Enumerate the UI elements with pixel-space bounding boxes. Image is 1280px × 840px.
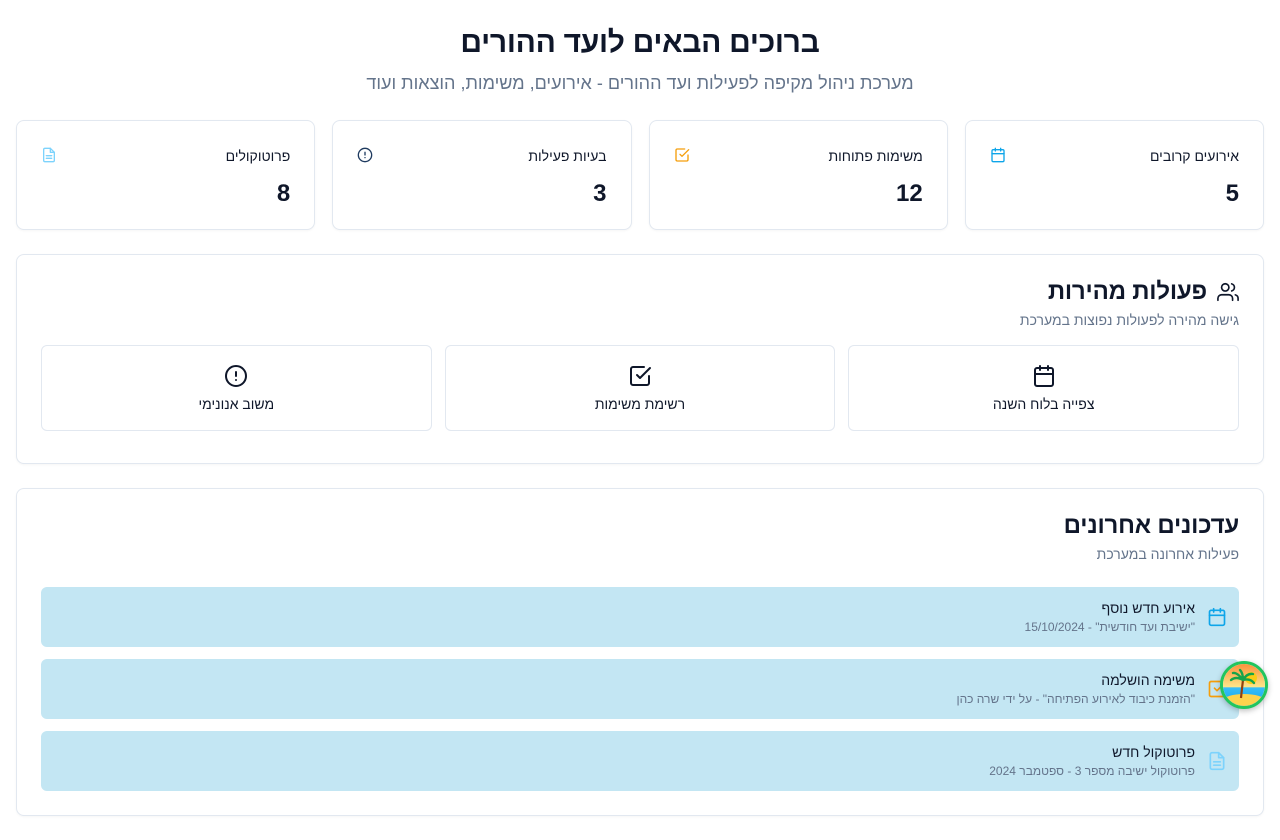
page-title: ברוכים הבאים לועד ההורים bbox=[460, 26, 820, 59]
stat-value: 3 bbox=[593, 180, 607, 207]
file-text-icon bbox=[43, 147, 55, 163]
update-item[interactable]: משימה הושלמה "הזמנת כיבוד לאירוע הפתיחה"… bbox=[41, 659, 1239, 719]
alert-circle-icon bbox=[225, 365, 248, 387]
stat-card-open-tasks[interactable]: משימות פתוחות 12 bbox=[648, 120, 948, 230]
update-description: "ישיבת ועד חודשית" - 15/10/2024 bbox=[1024, 620, 1195, 634]
check-square-icon bbox=[630, 366, 651, 386]
view-calendar-button[interactable]: צפייה בלוח השנה bbox=[848, 345, 1239, 431]
stat-label: פרוטוקולים bbox=[225, 148, 291, 164]
update-list: אירוע חדש נוסף "ישיבת ועד חודשית" - 15/1… bbox=[41, 587, 1239, 791]
dashboard-page: ברוכים הבאים לועד ההורים מערכת ניהול מקי… bbox=[0, 0, 1280, 816]
recent-updates-header: עדכונים אחרונים bbox=[41, 511, 1240, 541]
update-item[interactable]: פרוטוקול חדש פרוטוקול ישיבה מספר 3 - ספט… bbox=[41, 731, 1239, 791]
quick-actions-subtitle: גישה מהירה לפעולות נפוצות במערכת bbox=[1019, 312, 1239, 328]
quick-actions-header: פעולות מהירות bbox=[41, 277, 1239, 307]
stat-label: אירועים קרובים bbox=[1149, 148, 1239, 164]
stat-label: בעיות פעילות bbox=[528, 148, 607, 164]
recent-updates-title: עדכונים אחרונים bbox=[1063, 512, 1240, 539]
stat-label: משימות פתוחות bbox=[828, 148, 923, 164]
update-title: פרוטוקול חדש bbox=[1112, 744, 1195, 760]
calendar-icon bbox=[1208, 607, 1226, 627]
stats-row: אירועים קרובים 5 משימות פתוחות 12 בעיות … bbox=[16, 120, 1264, 230]
update-text: פרוטוקול חדש פרוטוקול ישיבה מספר 3 - ספט… bbox=[989, 743, 1195, 779]
users-icon bbox=[1217, 282, 1239, 302]
quick-actions-title: פעולות מהירות bbox=[1047, 278, 1207, 305]
anonymous-feedback-button[interactable]: משוב אנונימי bbox=[40, 345, 432, 431]
update-description: פרוטוקול ישיבה מספר 3 - ספטמבר 2024 bbox=[989, 764, 1195, 778]
stat-card-protocols[interactable]: פרוטוקולים 8 bbox=[16, 120, 316, 230]
update-title: אירוע חדש נוסף bbox=[1101, 600, 1195, 616]
quick-actions-card: פעולות מהירות גישה מהירה לפעולות נפוצות … bbox=[16, 254, 1264, 464]
stat-card-upcoming-events[interactable]: אירועים קרובים 5 bbox=[964, 120, 1264, 230]
update-description: "הזמנת כיבוד לאירוע הפתיחה" - על ידי שרה… bbox=[956, 692, 1195, 706]
calendar-icon bbox=[991, 147, 1005, 163]
file-text-icon bbox=[1209, 751, 1225, 771]
task-list-label: רשימת משימות bbox=[594, 396, 686, 412]
page-subtitle: מערכת ניהול מקיפה לפעילות ועד ההורים - א… bbox=[366, 73, 914, 93]
alert-circle-icon bbox=[357, 147, 373, 163]
page-header: ברוכים הבאים לועד ההורים מערכת ניהול מקי… bbox=[16, 0, 1264, 120]
stat-value: 12 bbox=[896, 180, 923, 207]
floating-assistant-button[interactable] bbox=[1220, 661, 1268, 709]
recent-updates-card: עדכונים אחרונים פעילות אחרונה במערכת איר… bbox=[16, 488, 1264, 816]
calendar-icon bbox=[1033, 365, 1054, 387]
update-item[interactable]: אירוע חדש נוסף "ישיבת ועד חודשית" - 15/1… bbox=[41, 587, 1239, 647]
check-square-icon bbox=[674, 148, 689, 162]
stat-value: 8 bbox=[276, 180, 291, 207]
update-text: משימה הושלמה "הזמנת כיבוד לאירוע הפתיחה"… bbox=[956, 671, 1195, 707]
anonymous-feedback-label: משוב אנונימי bbox=[198, 396, 275, 412]
palm-beach-icon bbox=[1223, 664, 1265, 706]
recent-updates-subtitle: פעילות אחרונה במערכת bbox=[1096, 546, 1239, 562]
stat-card-active-issues[interactable]: בעיות פעילות 3 bbox=[332, 120, 632, 230]
view-calendar-label: צפייה בלוח השנה bbox=[992, 396, 1095, 412]
update-title: משימה הושלמה bbox=[1101, 672, 1195, 688]
stat-value: 5 bbox=[1225, 180, 1239, 207]
quick-actions-list: צפייה בלוח השנה רשימת משימות משוב אנונימ… bbox=[40, 345, 1239, 431]
update-text: אירוע חדש נוסף "ישיבת ועד חודשית" - 15/1… bbox=[1025, 599, 1195, 635]
task-list-button[interactable]: רשימת משימות bbox=[444, 345, 836, 431]
